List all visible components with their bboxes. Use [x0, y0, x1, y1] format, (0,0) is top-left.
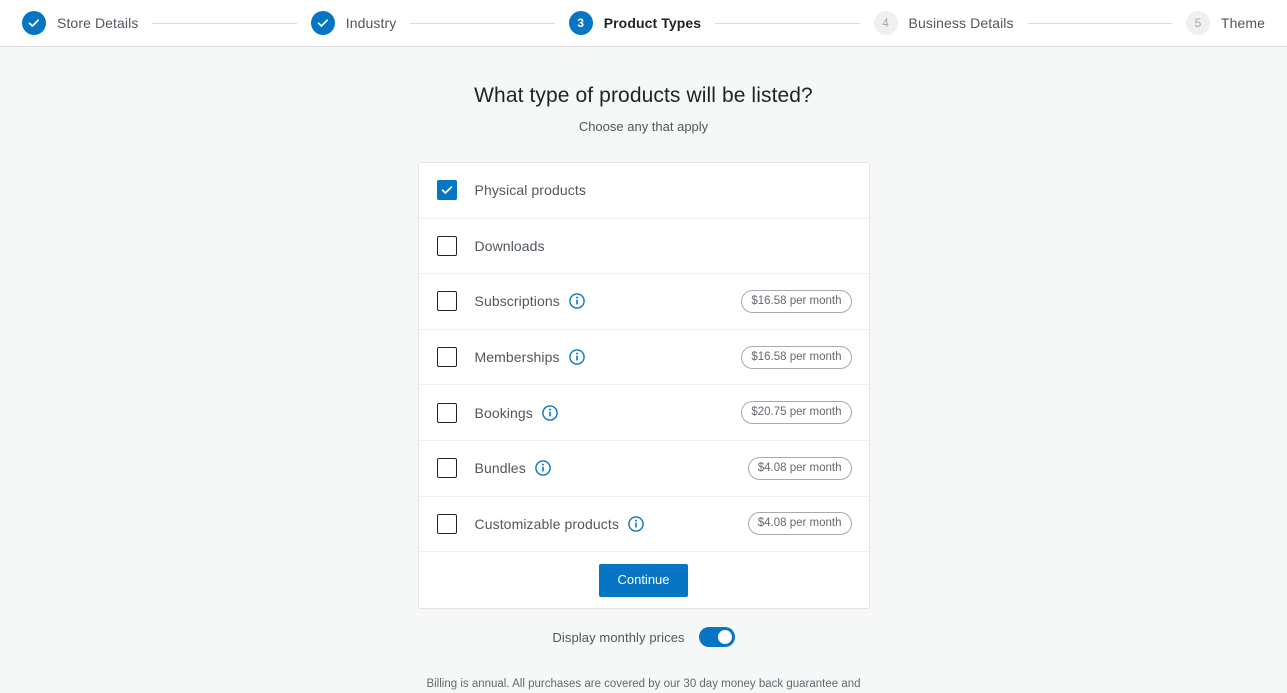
- step-number-badge: 3: [569, 11, 593, 35]
- product-type-price-badge: $4.08 per month: [748, 512, 852, 535]
- toggle-knob: [718, 630, 732, 644]
- page-title: What type of products will be listed?: [0, 82, 1287, 110]
- product-type-label: Bundles: [475, 460, 526, 476]
- checkbox-unchecked-icon[interactable]: [437, 514, 457, 534]
- stepper-step-industry[interactable]: Industry: [311, 11, 397, 35]
- product-type-row-left: Memberships: [437, 347, 742, 367]
- monthly-prices-toggle[interactable]: [699, 627, 735, 647]
- billing-fineprint: Billing is annual. All purchases are cov…: [418, 676, 870, 693]
- checkbox-checked-icon[interactable]: [437, 180, 457, 200]
- info-icon[interactable]: [569, 293, 585, 309]
- product-type-label: Customizable products: [475, 516, 620, 532]
- product-type-row[interactable]: Memberships $16.58 per month: [419, 330, 869, 386]
- stepper-connector-2: [410, 23, 554, 24]
- stepper-step-label: Product Types: [604, 15, 702, 31]
- stepper-connector-4: [1028, 23, 1172, 24]
- info-icon[interactable]: [542, 405, 558, 421]
- checkbox-unchecked-icon[interactable]: [437, 236, 457, 256]
- product-type-label: Bookings: [475, 405, 533, 421]
- product-type-row[interactable]: Bookings $20.75 per month: [419, 385, 869, 441]
- info-icon[interactable]: [535, 460, 551, 476]
- step-complete-check-icon: [311, 11, 335, 35]
- product-type-row[interactable]: Downloads: [419, 219, 869, 275]
- stepper-step-store-details[interactable]: Store Details: [22, 11, 138, 35]
- product-type-row-left: Customizable products: [437, 514, 748, 534]
- stepper-step-label: Business Details: [909, 15, 1014, 31]
- stepper-step-label: Industry: [346, 15, 397, 31]
- product-type-price-badge: $16.58 per month: [741, 290, 851, 313]
- stepper-step-label: Store Details: [57, 15, 138, 31]
- stepper-step-theme[interactable]: 5 Theme: [1186, 11, 1265, 35]
- stepper-step-product-types[interactable]: 3 Product Types: [569, 11, 702, 35]
- billing-fineprint-line: Billing is annual. All purchases are cov…: [426, 678, 860, 693]
- page-subtitle: Choose any that apply: [0, 118, 1287, 136]
- step-number-badge: 5: [1186, 11, 1210, 35]
- product-type-row-left: Bookings: [437, 403, 742, 423]
- product-type-row-left: Downloads: [437, 236, 852, 256]
- onboarding-page-body: What type of products will be listed? Ch…: [0, 47, 1287, 693]
- step-complete-check-icon: [22, 11, 46, 35]
- monthly-prices-toggle-label: Display monthly prices: [552, 630, 684, 645]
- product-types-card: Physical products Downloads Subscriptions $…: [418, 162, 870, 609]
- monthly-prices-toggle-row: Display monthly prices: [0, 627, 1287, 647]
- product-type-label: Memberships: [475, 349, 560, 365]
- page-heading-group: What type of products will be listed? Ch…: [0, 47, 1287, 136]
- product-type-row[interactable]: Bundles $4.08 per month: [419, 441, 869, 497]
- stepper-connector-1: [152, 23, 296, 24]
- stepper-connector-3: [715, 23, 859, 24]
- product-type-label: Subscriptions: [475, 293, 560, 309]
- product-type-label: Physical products: [475, 182, 586, 198]
- product-type-row[interactable]: Physical products: [419, 163, 869, 219]
- product-type-price-badge: $20.75 per month: [741, 401, 851, 424]
- product-type-row[interactable]: Customizable products $4.08 per month: [419, 497, 869, 553]
- product-type-label: Downloads: [475, 238, 545, 254]
- card-footer: Continue: [419, 552, 869, 608]
- product-type-price-badge: $4.08 per month: [748, 457, 852, 480]
- info-icon[interactable]: [569, 349, 585, 365]
- stepper-step-business-details[interactable]: 4 Business Details: [874, 11, 1014, 35]
- product-type-price-badge: $16.58 per month: [741, 346, 851, 369]
- checkbox-unchecked-icon[interactable]: [437, 347, 457, 367]
- continue-button[interactable]: Continue: [599, 564, 687, 597]
- checkbox-unchecked-icon[interactable]: [437, 403, 457, 423]
- info-icon[interactable]: [628, 516, 644, 532]
- step-number-badge: 4: [874, 11, 898, 35]
- product-type-row-left: Subscriptions: [437, 291, 742, 311]
- product-type-row-left: Bundles: [437, 458, 748, 478]
- product-type-row-left: Physical products: [437, 180, 852, 200]
- checkbox-unchecked-icon[interactable]: [437, 291, 457, 311]
- product-types-list: Physical products Downloads Subscriptions $…: [419, 163, 869, 552]
- onboarding-stepper: Store Details Industry 3 Product Types 4…: [0, 0, 1287, 47]
- checkbox-unchecked-icon[interactable]: [437, 458, 457, 478]
- product-type-row[interactable]: Subscriptions $16.58 per month: [419, 274, 869, 330]
- stepper-step-label: Theme: [1221, 15, 1265, 31]
